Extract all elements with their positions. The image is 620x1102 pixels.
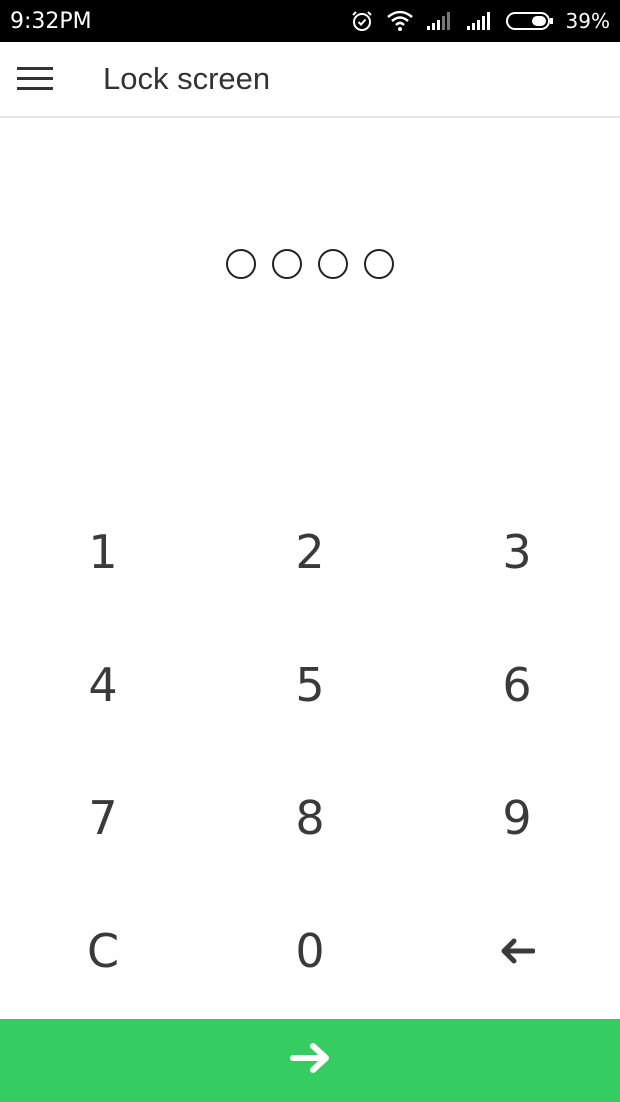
- key-8[interactable]: 8: [206, 751, 414, 884]
- arrow-right-icon: [289, 1041, 331, 1080]
- key-1[interactable]: 1: [0, 485, 206, 618]
- keypad: 1 2 3 4 5 6 7 8 9 C 0: [0, 485, 620, 1017]
- menu-button[interactable]: [0, 41, 70, 117]
- backspace-arrow-icon: [499, 937, 535, 965]
- wifi-icon: [386, 10, 414, 32]
- signal-icon: [466, 11, 494, 31]
- key-0[interactable]: 0: [206, 884, 414, 1017]
- signal-icon: [426, 11, 454, 31]
- submit-button[interactable]: [0, 1019, 620, 1102]
- key-2[interactable]: 2: [206, 485, 414, 618]
- key-3[interactable]: 3: [414, 485, 620, 618]
- backspace-button[interactable]: [414, 884, 620, 1017]
- page-title: Lock screen: [103, 61, 271, 96]
- status-icons: 39%: [350, 9, 610, 33]
- pin-dot: [318, 249, 348, 279]
- key-clear[interactable]: C: [0, 884, 206, 1017]
- app-bar: Lock screen: [0, 42, 620, 118]
- key-5[interactable]: 5: [206, 618, 414, 751]
- key-7[interactable]: 7: [0, 751, 206, 884]
- pin-dot: [272, 249, 302, 279]
- pin-dot: [226, 249, 256, 279]
- hamburger-menu-icon: [17, 66, 53, 92]
- key-9[interactable]: 9: [414, 751, 620, 884]
- battery-percent: 39%: [565, 9, 610, 33]
- battery-icon: [505, 11, 554, 31]
- status-time: 9:32PM: [10, 8, 92, 34]
- status-bar: 9:32PM 39%: [0, 0, 620, 42]
- key-6[interactable]: 6: [414, 618, 620, 751]
- pin-indicator: [0, 249, 620, 281]
- pin-dot: [364, 249, 394, 279]
- key-4[interactable]: 4: [0, 618, 206, 751]
- alarm-icon: [350, 9, 374, 33]
